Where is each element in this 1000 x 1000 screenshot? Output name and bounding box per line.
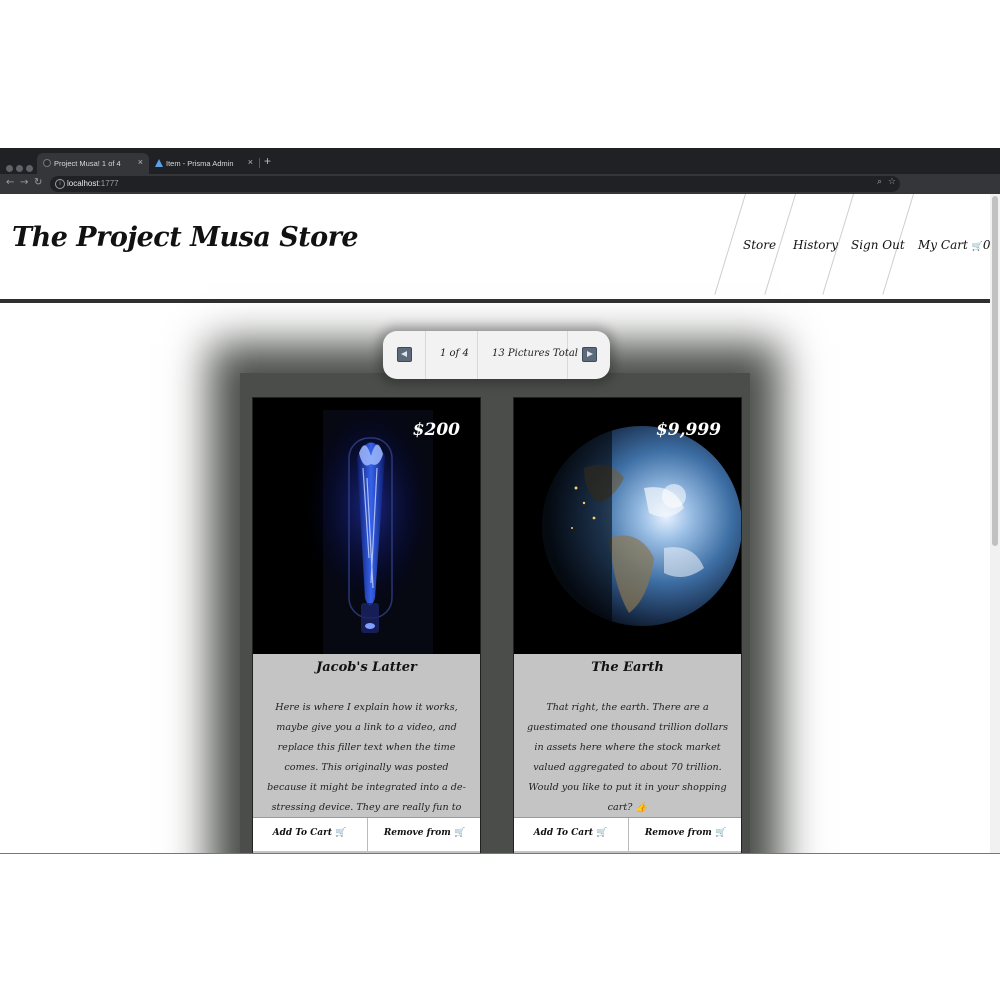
zoom-icon[interactable]: ⌕ <box>877 177 882 187</box>
product-price: $9,999 <box>655 420 721 440</box>
tab-title: Item - Prisma Admin <box>166 159 234 168</box>
product-card: $9,999 The Earth That right, the earth. … <box>513 397 742 853</box>
back-arrow-icon[interactable]: ← <box>6 177 14 188</box>
cart-icon: 🛒 <box>596 828 608 838</box>
cart-count: 0 <box>982 238 990 252</box>
tab-title: Project Musa! 1 of 4 <box>54 159 121 168</box>
nav-history-label: History <box>793 238 839 252</box>
cart-icon: 🛒 <box>971 242 983 252</box>
url-text: localhost:1777 <box>67 179 119 188</box>
info-icon[interactable]: i <box>55 179 65 189</box>
site-favicon-icon <box>43 159 51 167</box>
prisma-favicon-icon <box>155 159 163 167</box>
bookmark-star-icon[interactable]: ☆ <box>888 177 896 187</box>
nav-store[interactable]: Store <box>743 194 783 299</box>
product-title: The Earth <box>591 660 664 675</box>
close-tab-icon[interactable]: × <box>138 157 143 167</box>
product-title: Jacob's Latter <box>316 660 417 675</box>
page-indicator-text: 1 of 4 <box>440 348 469 359</box>
remove-from-cart-button[interactable]: Remove from 🛒 <box>367 818 481 851</box>
pagination-bar: 1 of 4 13 Pictures Total <box>383 331 610 379</box>
nav-sign-out[interactable]: Sign Out <box>851 194 906 299</box>
total-pictures: 13 Pictures Total <box>478 331 578 379</box>
store-logo[interactable]: The Project Musa Store <box>12 222 359 253</box>
nav-store-label: Store <box>743 238 777 252</box>
store-page: The Project Musa Store Store History Sig… <box>0 194 990 853</box>
prev-page-button[interactable] <box>383 331 426 379</box>
nav-sign-out-label: Sign Out <box>851 238 905 252</box>
browser-toolbar: ← → ↻ i localhost:1777 ⌕ ☆ R ⋮ <box>0 174 1000 214</box>
scrollbar-thumb[interactable] <box>992 196 998 546</box>
card-actions: Add To Cart 🛒 Remove from 🛒 <box>514 817 741 851</box>
tab-project-musa[interactable]: Project Musa! 1 of 4 × <box>37 153 149 174</box>
nav-my-cart[interactable]: My Cart 🛒0 <box>918 194 990 299</box>
new-tab-button[interactable]: + <box>264 154 271 168</box>
tab-bar: Project Musa! 1 of 4 × Item - Prisma Adm… <box>0 148 1000 174</box>
cart-icon: 🛒 <box>714 828 727 838</box>
tab-divider <box>259 158 260 168</box>
next-arrow-icon <box>582 347 597 362</box>
prev-arrow-icon <box>397 347 412 362</box>
close-tab-icon[interactable]: × <box>248 157 253 167</box>
minimize-window-dot[interactable] <box>16 165 23 172</box>
product-price: $200 <box>412 420 460 440</box>
reload-icon[interactable]: ↻ <box>34 177 42 188</box>
nav-my-cart-label: My Cart 🛒0 <box>918 238 990 252</box>
add-to-cart-button[interactable]: Add To Cart 🛒 <box>514 818 627 851</box>
forward-arrow-icon[interactable]: → <box>20 177 28 188</box>
site-header: The Project Musa Store Store History Sig… <box>0 194 990 303</box>
close-window-dot[interactable] <box>6 165 13 172</box>
earth-image[interactable]: $9,999 <box>514 398 741 654</box>
address-bar[interactable]: i localhost:1777 ⌕ ☆ <box>50 176 900 192</box>
cart-icon: 🛒 <box>453 828 466 838</box>
product-card: $200 Jacob's Latter Here is where I expl… <box>252 397 481 853</box>
page-scrollbar[interactable] <box>990 194 1000 853</box>
total-pictures-text: 13 Pictures Total <box>492 348 578 359</box>
nav-history[interactable]: History <box>793 194 841 299</box>
tab-prisma-admin[interactable]: Item - Prisma Admin × <box>149 153 259 174</box>
cart-icon: 🛒 <box>335 828 347 838</box>
next-page-button[interactable] <box>568 331 610 379</box>
maximize-window-dot[interactable] <box>26 165 33 172</box>
nav-divider <box>714 194 746 295</box>
card-actions: Add To Cart 🛒 Remove from 🛒 <box>253 817 480 851</box>
store-content: 1 of 4 13 Pictures Total $200 Jacob's La… <box>0 303 990 853</box>
browser-window: Project Musa! 1 of 4 × Item - Prisma Adm… <box>0 148 1000 854</box>
remove-from-cart-button[interactable]: Remove from 🛒 <box>628 818 742 851</box>
add-to-cart-button[interactable]: Add To Cart 🛒 <box>253 818 366 851</box>
jacobs-ladder-image[interactable]: $200 <box>253 398 480 654</box>
product-description: That right, the earth. There are a guest… <box>526 702 729 813</box>
page-indicator: 1 of 4 <box>426 331 478 379</box>
